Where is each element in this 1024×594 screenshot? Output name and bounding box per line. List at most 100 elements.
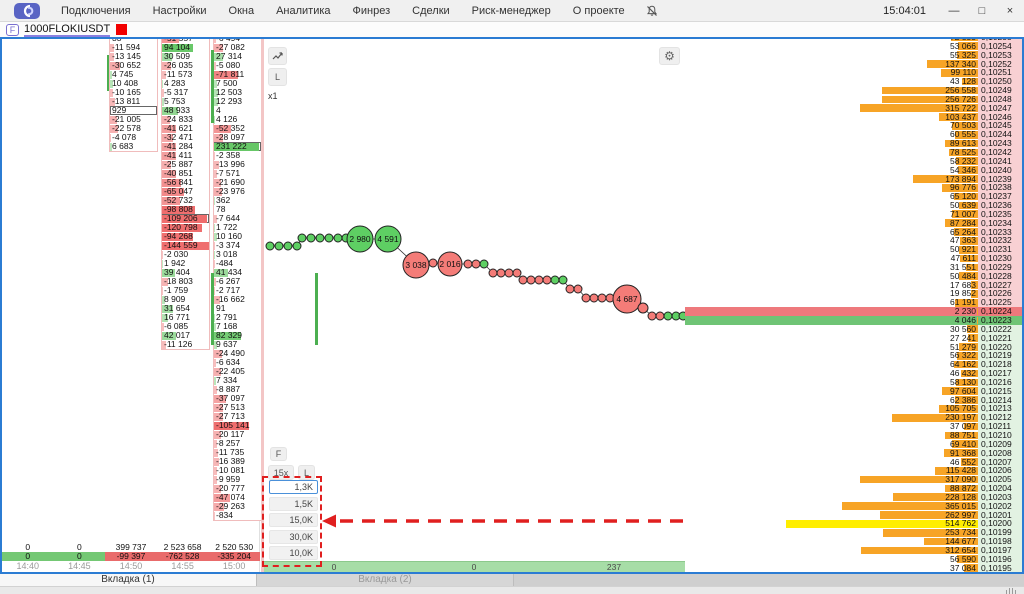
menu-item-подключения[interactable]: Подключения: [50, 0, 142, 22]
minimize-button[interactable]: —: [940, 0, 968, 22]
lot-f-button[interactable]: F: [270, 447, 287, 461]
trade-bubble-label: 4 687: [616, 294, 638, 304]
app-window: ПодключенияНастройкиОкнаАналитикаФинрезС…: [0, 0, 1024, 594]
cluster-value: -11 126: [164, 339, 192, 349]
cluster-totals-cell: 2 523 658: [157, 543, 209, 552]
cluster-totals-cell: 2 520 530: [208, 543, 260, 552]
cluster-chart-panel: L x1 ⚙ 2 9804 5913 0382 0164 687 F 15x L…: [261, 39, 685, 572]
cluster-deltas-cell: -335 204: [208, 552, 260, 561]
trade-bubble: [334, 234, 342, 242]
cluster-heat-bar: [214, 314, 215, 322]
session-volume-value: 0: [404, 562, 544, 572]
cluster-heat-bar: [162, 260, 163, 268]
instrument-color-marker[interactable]: [116, 24, 127, 35]
book-price: 0,10195: [978, 564, 1022, 572]
cluster-cell: -11 126: [162, 340, 209, 349]
menu-item-окна[interactable]: Окна: [218, 0, 266, 22]
cluster-heat-bar: [214, 242, 215, 250]
cluster-totals-cell: 0: [2, 543, 54, 552]
trade-bubble: [519, 276, 527, 284]
futures-icon: F: [6, 24, 19, 36]
trade-bubble: [472, 260, 480, 268]
trade-bubble: [505, 269, 513, 277]
maximize-button[interactable]: □: [968, 0, 996, 22]
trade-bubble-label: 2 980: [349, 234, 371, 244]
trade-bubble-label: 3 038: [405, 260, 427, 270]
workspace-tabs: Вкладка (1)Вкладка (2): [0, 574, 1024, 586]
trade-bubble: [275, 242, 283, 250]
notifications-muted-icon[interactable]: [642, 2, 662, 20]
trade-bubble: [307, 234, 315, 242]
trade-bubble: [656, 312, 664, 320]
cluster-times-cell: 14:40: [2, 561, 54, 572]
menu-item-сделки[interactable]: Сделки: [401, 0, 461, 22]
cluster-heat-bar: [214, 251, 215, 259]
close-button[interactable]: ×: [996, 0, 1024, 22]
book-volume: 37 084: [950, 564, 976, 572]
trade-bubble: [325, 234, 333, 242]
trade-bubble: [590, 294, 598, 302]
trade-bubble: [638, 303, 648, 313]
session-volume-value: 237: [544, 562, 684, 572]
cluster-deltas-cell: 0: [54, 552, 106, 561]
cluster-heat-bar: [162, 251, 163, 259]
trade-bubble: [429, 259, 437, 267]
trade-bubble: [566, 285, 574, 293]
status-bar: [0, 586, 1024, 594]
cluster-totals: 00399 7372 523 6582 520 530: [2, 543, 260, 552]
trade-bubble: [489, 269, 497, 277]
cluster-panel: 33-11 594-13 145-30 6524 74510 408-10 16…: [2, 39, 260, 572]
volume-bracket: [315, 273, 318, 345]
book-row[interactable]: 37 0840,10195: [685, 564, 1022, 572]
trade-bubble: [574, 285, 582, 293]
volume-bracket: [211, 273, 214, 345]
workspace: 33-11 594-13 145-30 6524 74510 408-10 16…: [0, 37, 1024, 574]
menu-item-о проекте[interactable]: О проекте: [562, 0, 636, 22]
trade-bubble: [266, 242, 274, 250]
main-menu: ПодключенияНастройкиОкнаАналитикаФинрезС…: [50, 0, 636, 22]
cluster-times-cell: 14:55: [157, 561, 209, 572]
instrument-symbol[interactable]: 1000FLOKIUSDT: [24, 23, 110, 37]
cluster-bubble-chart: 2 9804 5913 0382 0164 687: [264, 39, 686, 572]
cluster-value: 6 683: [112, 141, 133, 151]
cluster-heat-bar: [214, 287, 215, 295]
cluster-times-cell: 14:45: [54, 561, 106, 572]
workspace-tab[interactable]: Вкладка (1): [0, 574, 257, 586]
trade-bubble: [497, 269, 505, 277]
title-bar: ПодключенияНастройкиОкнаАналитикаФинрезС…: [0, 0, 1024, 22]
resize-grip-icon[interactable]: [1006, 588, 1017, 594]
workspace-tab[interactable]: Вкладка (2): [257, 574, 514, 586]
trade-bubble: [543, 276, 551, 284]
menu-item-финрез[interactable]: Финрез: [342, 0, 402, 22]
cluster-totals-cell: 0: [54, 543, 106, 552]
annotation-dashed-box: [262, 476, 322, 567]
cluster-cell: -834: [214, 511, 261, 520]
cluster-deltas-cell: 0: [2, 552, 54, 561]
clock: 15:04:01: [883, 5, 940, 17]
menu-item-настройки[interactable]: Настройки: [142, 0, 218, 22]
cluster-heat-bar: [214, 224, 215, 232]
trade-bubble-label: 2 016: [439, 259, 461, 269]
app-logo: [14, 3, 40, 19]
cluster-times-cell: 15:00: [208, 561, 260, 572]
trade-bubble: [527, 276, 535, 284]
cluster-heat-bar: [162, 287, 163, 295]
cluster-times: 14:4014:4514:5014:5515:00: [2, 561, 260, 572]
trade-bubble: [293, 242, 301, 250]
menu-item-аналитика[interactable]: Аналитика: [265, 0, 341, 22]
cluster-cell: 6 683: [110, 142, 157, 151]
menu-item-риск-менеджер[interactable]: Риск-менеджер: [461, 0, 562, 22]
trade-bubble: [559, 276, 567, 284]
cluster-deltas-cell: -99 397: [105, 552, 157, 561]
trade-bubble: [464, 260, 472, 268]
trade-bubble: [664, 312, 672, 320]
session-volume-bar: 00237: [264, 561, 685, 572]
cluster-heat-bar: [214, 152, 215, 160]
cluster-totals-cell: 399 737: [105, 543, 157, 552]
volume-bracket: [107, 55, 109, 91]
trade-bubble: [582, 294, 590, 302]
cluster-cell: 12 293: [214, 97, 261, 106]
order-book: 72 5550,1025553 0660,1025455 3250,102531…: [685, 39, 1022, 572]
volume-bracket: [211, 50, 214, 123]
trade-bubble: [298, 234, 306, 242]
